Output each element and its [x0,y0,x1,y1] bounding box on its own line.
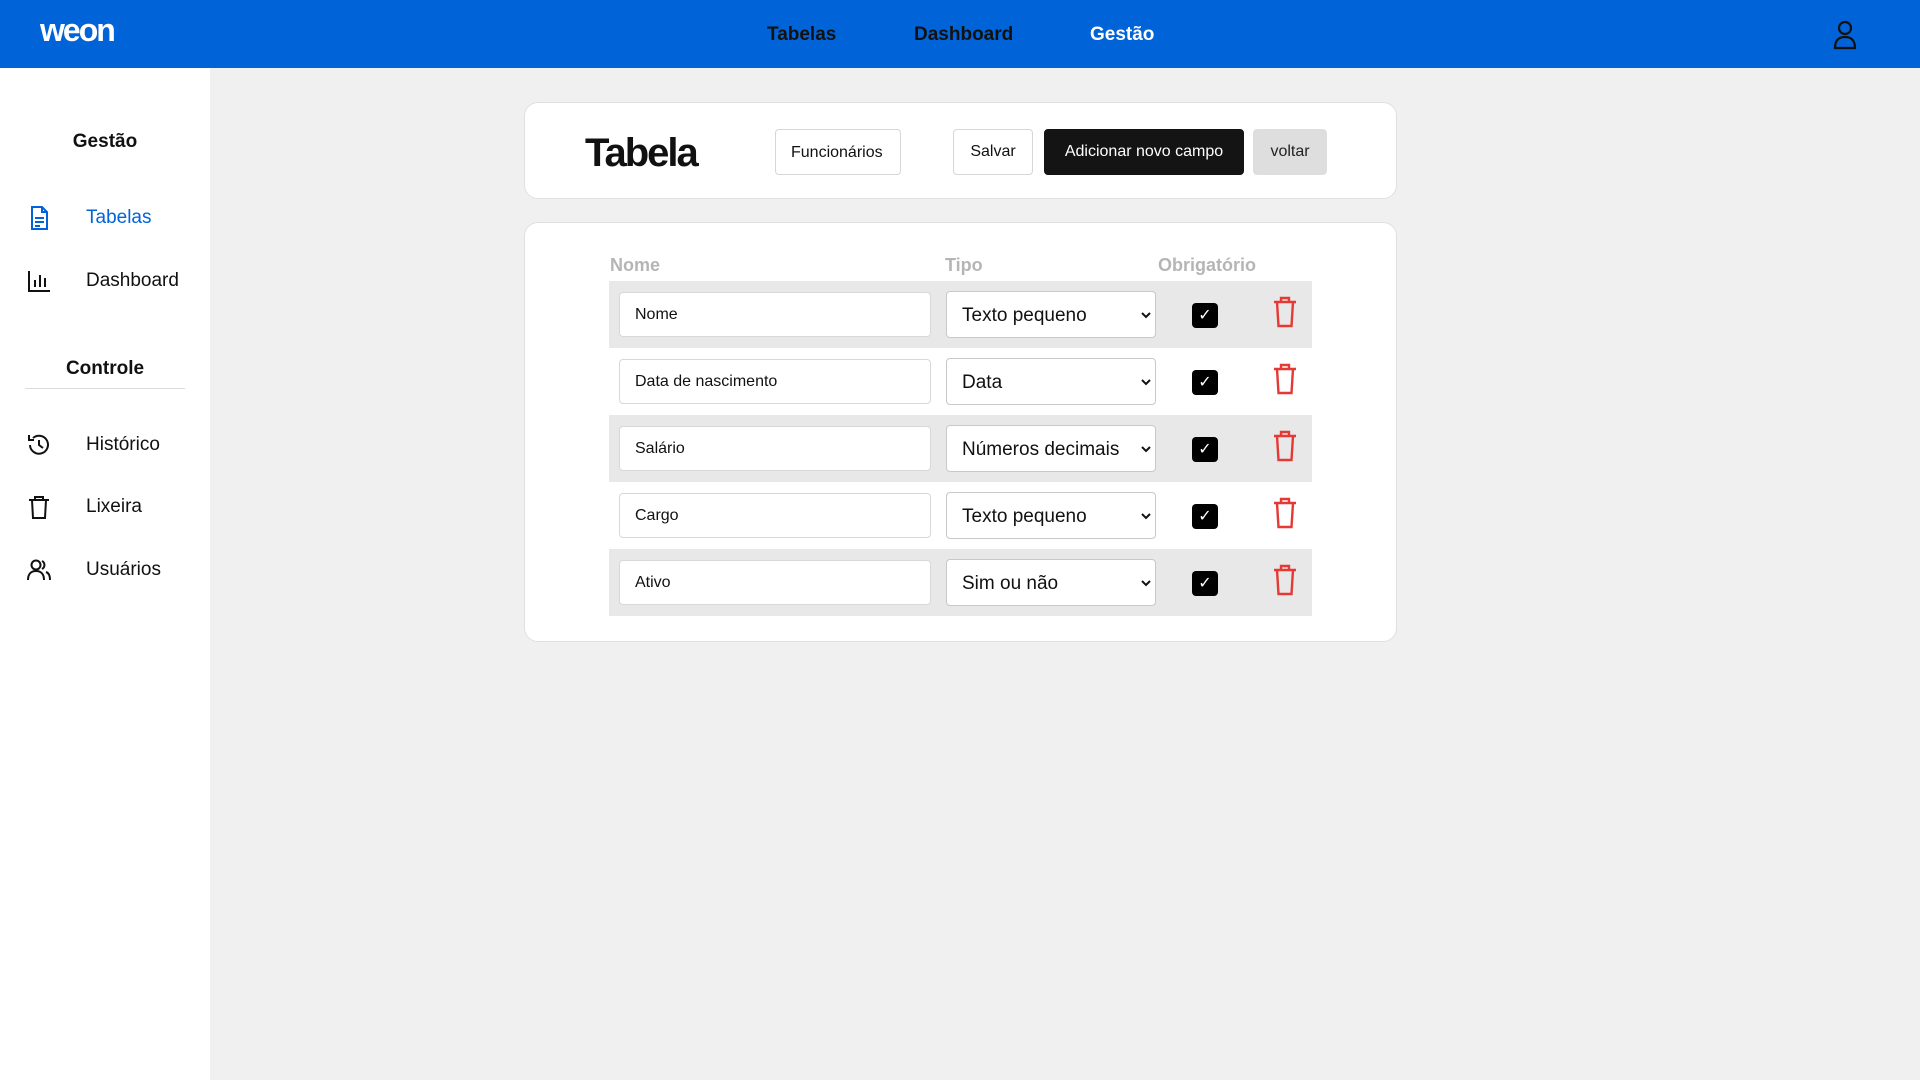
back-button[interactable]: voltar [1253,129,1327,175]
history-icon [26,432,52,458]
field-name-input[interactable] [619,426,931,471]
delete-field-icon[interactable] [1271,563,1299,597]
column-header-name: Nome [610,255,661,275]
chevron-down-icon [1141,312,1151,319]
sidebar-item-label: Lixeira [86,496,142,517]
field-type-select[interactable]: Números decimais [946,425,1156,472]
field-name-input[interactable] [619,560,931,605]
sidebar-divider [25,388,185,389]
chevron-down-icon [1141,580,1151,587]
required-checkbox[interactable]: ✓ [1192,370,1218,395]
delete-field-icon[interactable] [1271,295,1299,329]
field-type-select[interactable]: Sim ou não [946,559,1156,606]
sidebar-section-controle: Controle [65,358,145,379]
field-type-select[interactable]: Texto pequeno [946,492,1156,539]
column-header-type: Tipo [945,255,983,275]
nav-tabelas[interactable]: Tabelas [767,24,836,46]
top-navbar: weon Tabelas Dashboard Gestão [0,0,1920,68]
nav-gestao[interactable]: Gestão [1090,24,1154,46]
user-icon[interactable] [1830,18,1860,50]
field-type-select[interactable]: Data [946,358,1156,405]
field-row: Texto pequeno ✓ [609,482,1312,549]
field-name-input[interactable] [619,292,931,337]
delete-field-icon[interactable] [1271,362,1299,396]
add-field-button[interactable]: Adicionar novo campo [1044,129,1244,175]
chevron-down-icon [1141,513,1151,520]
required-checkbox[interactable]: ✓ [1192,571,1218,596]
sidebar-item-lixeira[interactable]: Lixeira [26,486,196,526]
sidebar-item-label: Tabelas [86,207,152,228]
sidebar-item-usuarios[interactable]: Usuários [26,549,196,589]
column-header-required: Obrigatório [1158,255,1256,275]
sidebar-item-label: Usuários [86,559,161,580]
sidebar-item-historico[interactable]: Histórico [26,424,196,464]
chevron-down-icon [1141,446,1151,453]
field-type-value: Texto pequeno [962,506,1087,527]
sidebar-item-label: Histórico [86,434,160,455]
sidebar: Gestão Tabelas Dashboard Controle Histór… [0,68,210,1080]
field-type-select[interactable]: Texto pequeno [946,291,1156,338]
field-type-value: Data [962,372,1003,393]
field-row: Texto pequeno ✓ [609,281,1312,348]
sidebar-item-label: Dashboard [86,270,179,291]
table-name-field[interactable]: Funcionários [775,129,901,175]
sidebar-item-dashboard[interactable]: Dashboard [26,260,196,300]
field-name-input[interactable] [619,493,931,538]
bar-chart-icon [26,268,52,294]
chevron-down-icon [1141,379,1151,386]
field-row: Data ✓ [609,348,1312,415]
field-type-value: Sim ou não [962,573,1059,594]
delete-field-icon[interactable] [1271,496,1299,530]
nav-dashboard[interactable]: Dashboard [914,24,1013,46]
sidebar-item-tabelas[interactable]: Tabelas [26,197,196,237]
table-name-value: Funcionários [791,144,883,161]
users-icon [26,557,52,583]
field-name-input[interactable] [619,359,931,404]
field-type-value: Texto pequeno [962,305,1087,326]
field-type-value: Números decimais [962,439,1120,460]
document-icon [26,205,52,231]
sidebar-section-gestao: Gestão [72,131,138,152]
fields-card: Nome Tipo Obrigatório Texto pequeno ✓ Da… [524,222,1397,642]
required-checkbox[interactable]: ✓ [1192,504,1218,529]
logo[interactable]: weon [40,12,116,49]
delete-field-icon[interactable] [1271,429,1299,463]
save-button[interactable]: Salvar [953,129,1033,175]
field-row: Números decimais ✓ [609,415,1312,482]
trash-icon [26,494,52,520]
field-row: Sim ou não ✓ [609,549,1312,616]
required-checkbox[interactable]: ✓ [1192,437,1218,462]
required-checkbox[interactable]: ✓ [1192,303,1218,328]
page-title: Tabela [585,131,699,175]
table-header-card: Tabela Funcionários Salvar Adicionar nov… [524,102,1397,199]
